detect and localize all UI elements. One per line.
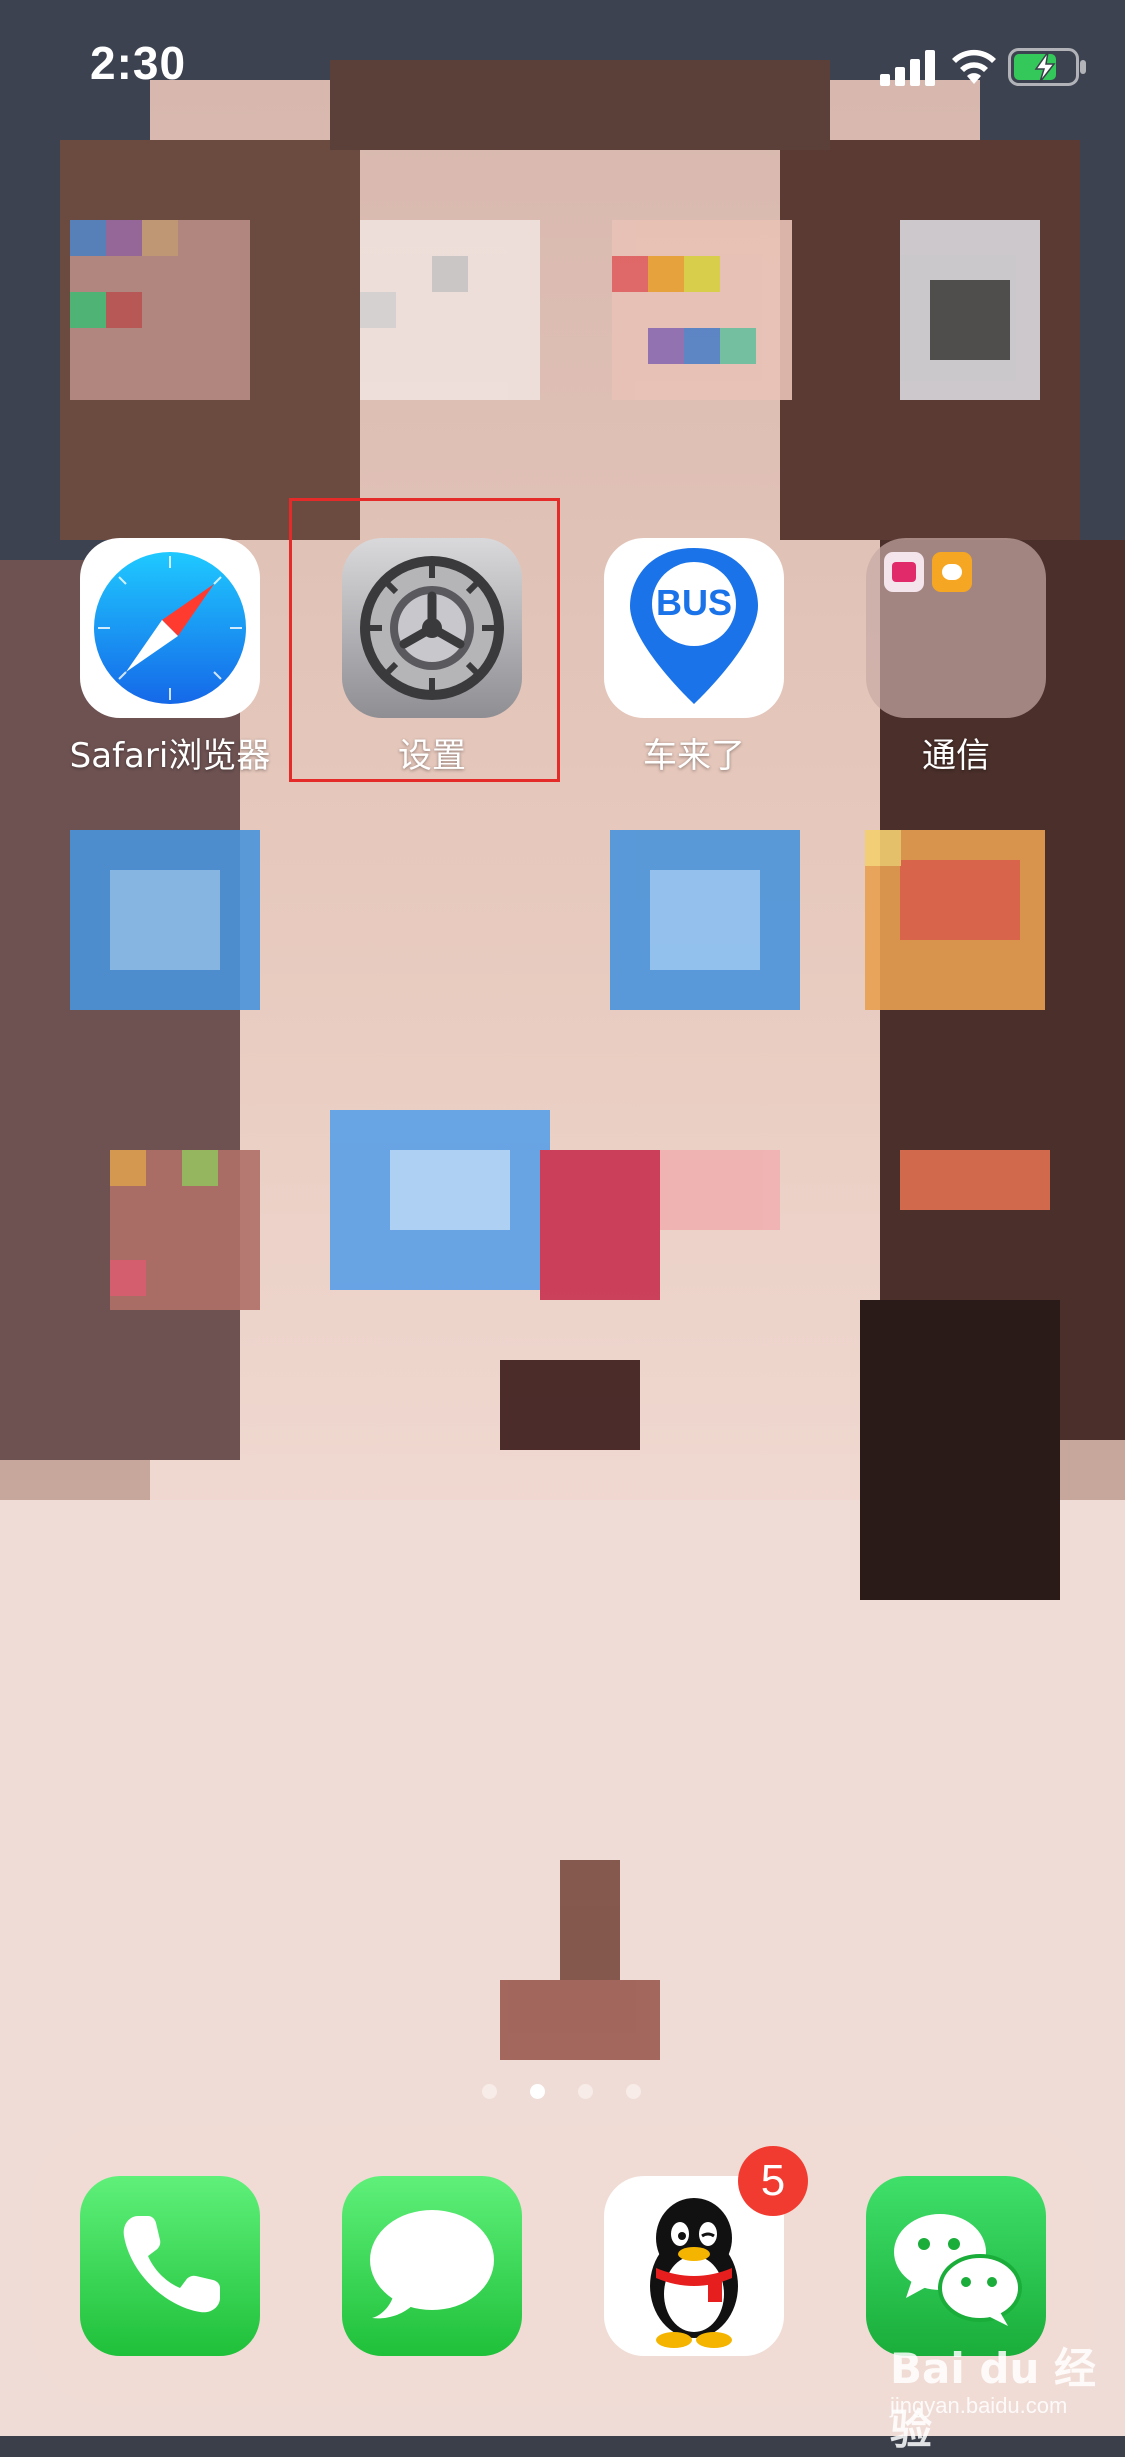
baidu-watermark: Bai du 经验 jingyan.baidu.com (890, 2335, 1120, 2454)
notification-badge: 5 (738, 2146, 808, 2216)
mini-app-icon (932, 552, 972, 592)
wechat-icon[interactable] (866, 2176, 1046, 2356)
bus-icon-text: BUS (655, 582, 732, 623)
app-label: Safari浏览器 (69, 736, 271, 776)
folder-tongxin[interactable]: 通信 (866, 538, 1046, 776)
page-indicator[interactable] (470, 2076, 660, 2106)
status-time: 2:30 (90, 37, 187, 89)
folder-icon (866, 538, 1046, 718)
mini-app-icon (884, 552, 924, 592)
app-chelaile[interactable]: BUS 车来了 (604, 538, 784, 776)
app-label: 车来了 (643, 736, 745, 776)
cellular-signal-icon (880, 50, 935, 86)
status-bar: 2:30 (0, 0, 1125, 140)
app-label: 通信 (922, 736, 990, 776)
compass-icon (80, 538, 260, 718)
phone-icon[interactable] (80, 2176, 260, 2356)
page-dot (578, 2084, 593, 2099)
wallpaper (0, 0, 1125, 2436)
page-dot-current (530, 2084, 545, 2099)
app-safari[interactable]: Safari浏览器 (70, 538, 270, 776)
highlight-box (289, 498, 560, 782)
wifi-icon (952, 49, 996, 84)
page-dot (482, 2084, 497, 2099)
bus-pin-icon: BUS (604, 538, 784, 718)
battery-charging-icon (1008, 48, 1086, 86)
watermark-url: jingyan.baidu.com (890, 2393, 1068, 2418)
messages-icon[interactable] (342, 2176, 522, 2356)
page-dot (626, 2084, 641, 2099)
